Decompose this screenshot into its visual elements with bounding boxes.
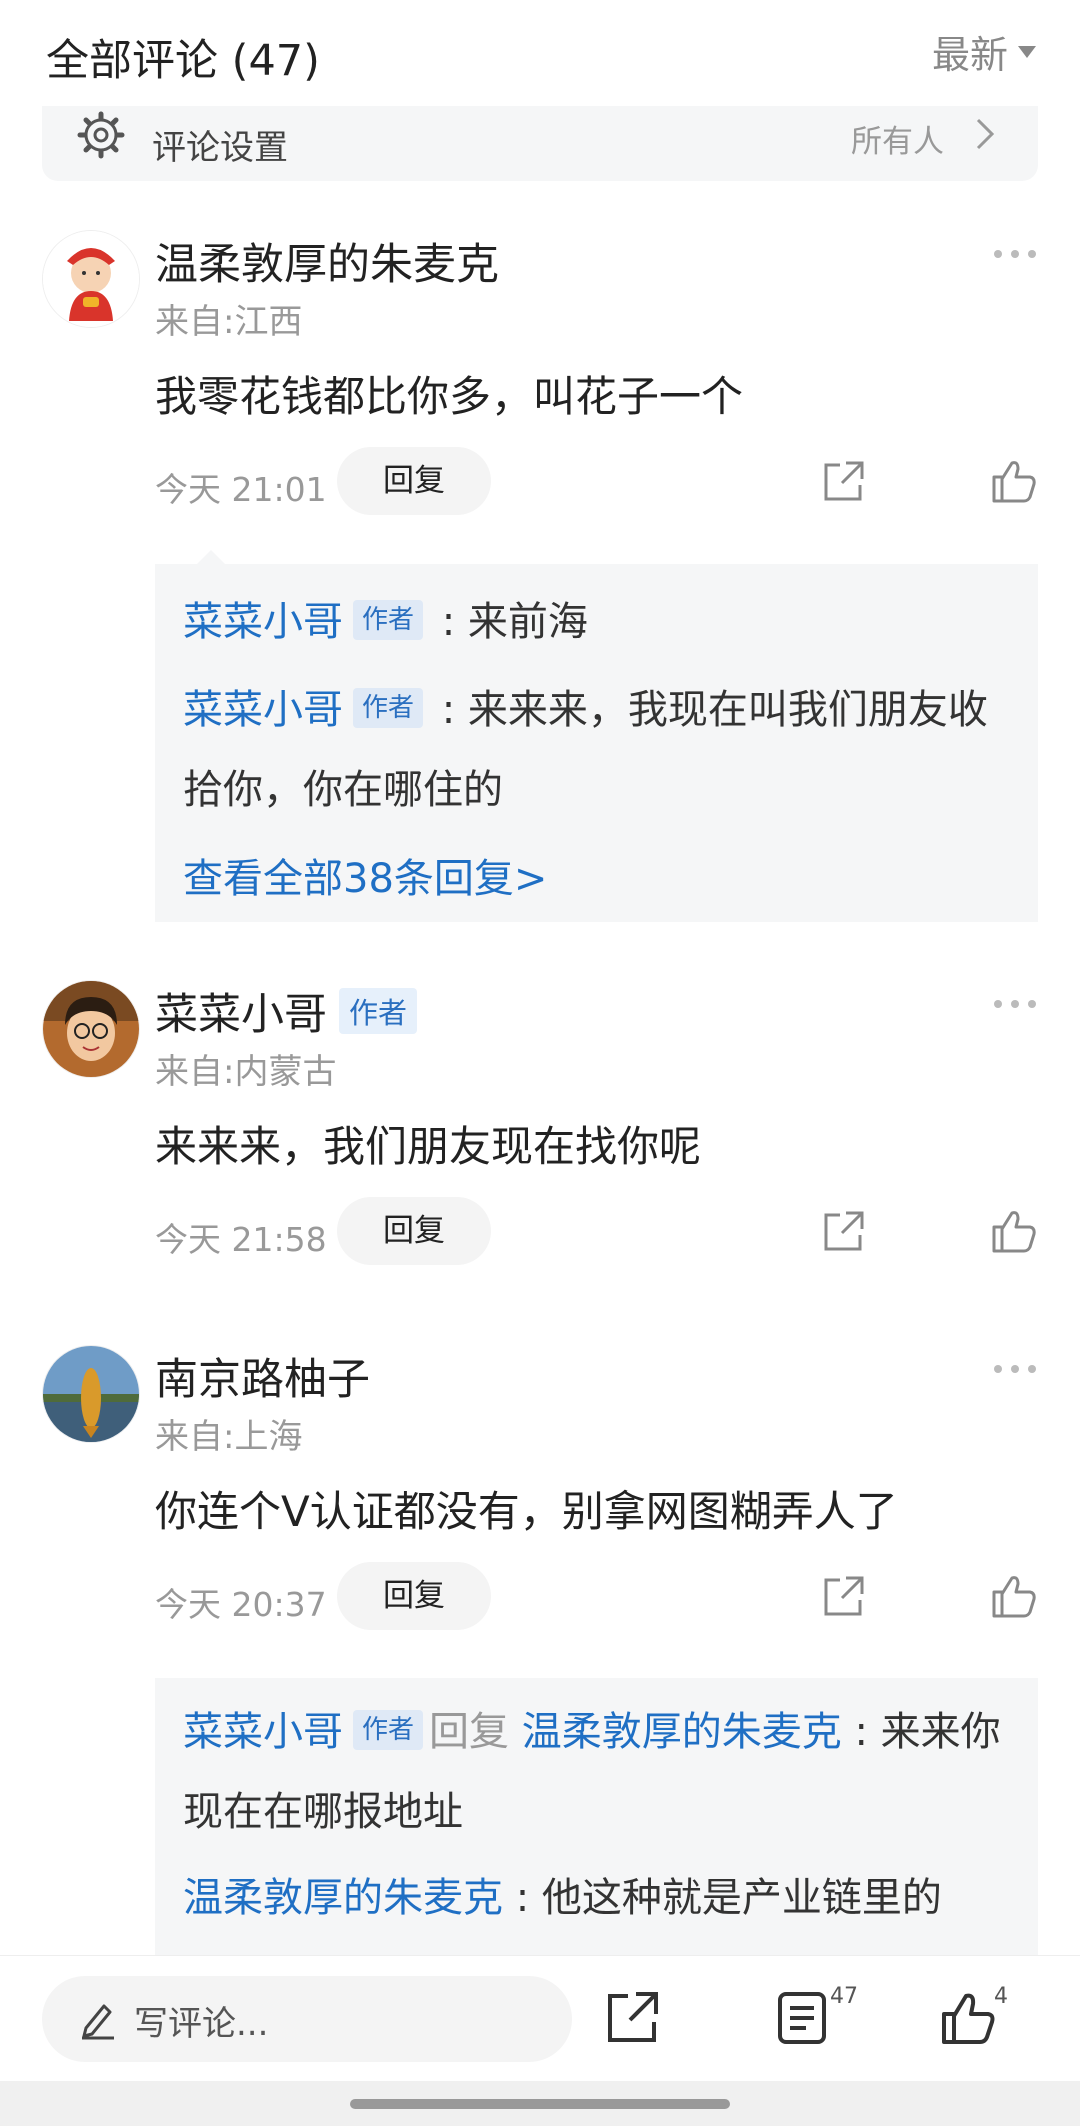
- comment-settings-row[interactable]: 评论设置 所有人: [42, 106, 1038, 181]
- comments-title: 全部评论 (47): [46, 36, 320, 86]
- reply-button[interactable]: 回复: [337, 447, 491, 515]
- thumbs-up-icon[interactable]: [990, 1207, 1038, 1255]
- author-badge: 作者: [353, 600, 424, 640]
- settings-label: 评论设置: [152, 128, 288, 168]
- author-badge: 作者: [353, 1710, 424, 1750]
- thumbs-up-icon[interactable]: [990, 1572, 1038, 1620]
- comment-author[interactable]: 温柔敦厚的朱麦克: [155, 230, 499, 292]
- navigation-bar: [0, 2081, 1080, 2126]
- comment-location: 来自:内蒙古: [155, 1052, 337, 1092]
- chevron-right-icon: [976, 118, 995, 150]
- reply-target[interactable]: 温柔敦厚的朱麦克: [522, 1709, 842, 1755]
- comments-header: 全部评论 (47) 最新: [0, 0, 1080, 105]
- pencil-icon: [82, 2004, 114, 2040]
- reply-button[interactable]: 回复: [337, 1562, 491, 1630]
- comment-time: 今天 21:58: [155, 1220, 327, 1259]
- share-icon[interactable]: [604, 1990, 660, 2046]
- replies-block: 菜菜小哥 作者 回复 温柔敦厚的朱麦克 : 来来你现在在哪报地址 温柔敦厚的朱麦克 …: [155, 1678, 1038, 1955]
- avatar[interactable]: [42, 1345, 140, 1443]
- caret-down-icon: [1018, 45, 1036, 58]
- reply-line[interactable]: 菜菜小哥 作者 : 来来来，我现在叫我们朋友收拾你，你在哪住的: [183, 670, 1016, 830]
- avatar[interactable]: [42, 230, 140, 328]
- reply-text: : 他这种就是产业链里的: [503, 1875, 942, 1921]
- share-icon[interactable]: [820, 1574, 866, 1620]
- reply-line[interactable]: 菜菜小哥 作者 回复 温柔敦厚的朱麦克 : 来来你现在在哪报地址: [183, 1692, 1016, 1852]
- more-icon[interactable]: [992, 248, 1038, 260]
- reply-line[interactable]: 菜菜小哥 作者 : 来前海: [183, 582, 1016, 662]
- home-indicator[interactable]: [350, 2099, 730, 2109]
- comment-placeholder: 写评论...: [134, 2004, 269, 2044]
- comment-input[interactable]: 写评论...: [42, 1976, 572, 2062]
- reply-line[interactable]: 温柔敦厚的朱麦克 : 他这种就是产业链里的: [183, 1858, 1016, 1938]
- comment-time: 今天 20:37: [155, 1585, 327, 1624]
- reply-author[interactable]: 温柔敦厚的朱麦克: [183, 1875, 503, 1921]
- author-badge: 作者: [339, 988, 418, 1034]
- comment-location: 来自:上海: [155, 1417, 303, 1457]
- view-all-replies-link[interactable]: 查看全部38条回复>: [183, 846, 547, 904]
- bottom-bar: 写评论... 47 4: [0, 1955, 1080, 2082]
- thumbs-up-icon[interactable]: [990, 457, 1038, 505]
- reply-author[interactable]: 菜菜小哥: [183, 599, 343, 645]
- comment-location: 来自:江西: [155, 302, 303, 342]
- sort-label: 最新: [931, 33, 1008, 77]
- comment-text: 你连个V认证都没有，别拿网图糊弄人了: [155, 1487, 898, 1536]
- sort-dropdown[interactable]: 最新: [932, 24, 1036, 79]
- reply-author[interactable]: 菜菜小哥: [183, 687, 343, 733]
- comment-count: 47: [830, 1984, 858, 2009]
- more-icon[interactable]: [992, 1363, 1038, 1375]
- more-icon[interactable]: [992, 998, 1038, 1010]
- like-count: 4: [994, 1984, 1008, 2009]
- avatar[interactable]: [42, 980, 140, 1078]
- reply-author[interactable]: 菜菜小哥: [183, 1709, 343, 1755]
- author-badge: 作者: [353, 688, 424, 728]
- thumbs-up-icon[interactable]: [940, 1990, 996, 2046]
- comment-text: 来来来，我们朋友现在找你呢: [155, 1122, 702, 1171]
- settings-value: 所有人: [851, 124, 944, 160]
- comment-text: 我零花钱都比你多，叫花子一个: [155, 372, 744, 421]
- comment-list-icon[interactable]: [774, 1990, 830, 2046]
- reply-text: : 来前海: [429, 599, 588, 645]
- share-icon[interactable]: [820, 1209, 866, 1255]
- share-icon[interactable]: [820, 459, 866, 505]
- reply-word: 回复: [429, 1709, 510, 1755]
- comment-author[interactable]: 南京路柚子: [155, 1345, 370, 1407]
- gear-icon: [77, 111, 125, 159]
- reply-button[interactable]: 回复: [337, 1197, 491, 1265]
- comment-author[interactable]: 菜菜小哥: [155, 980, 327, 1042]
- comment-time: 今天 21:01: [155, 470, 327, 509]
- replies-block: 菜菜小哥 作者 : 来前海 菜菜小哥 作者 : 来来来，我现在叫我们朋友收拾你，你在…: [155, 550, 1038, 922]
